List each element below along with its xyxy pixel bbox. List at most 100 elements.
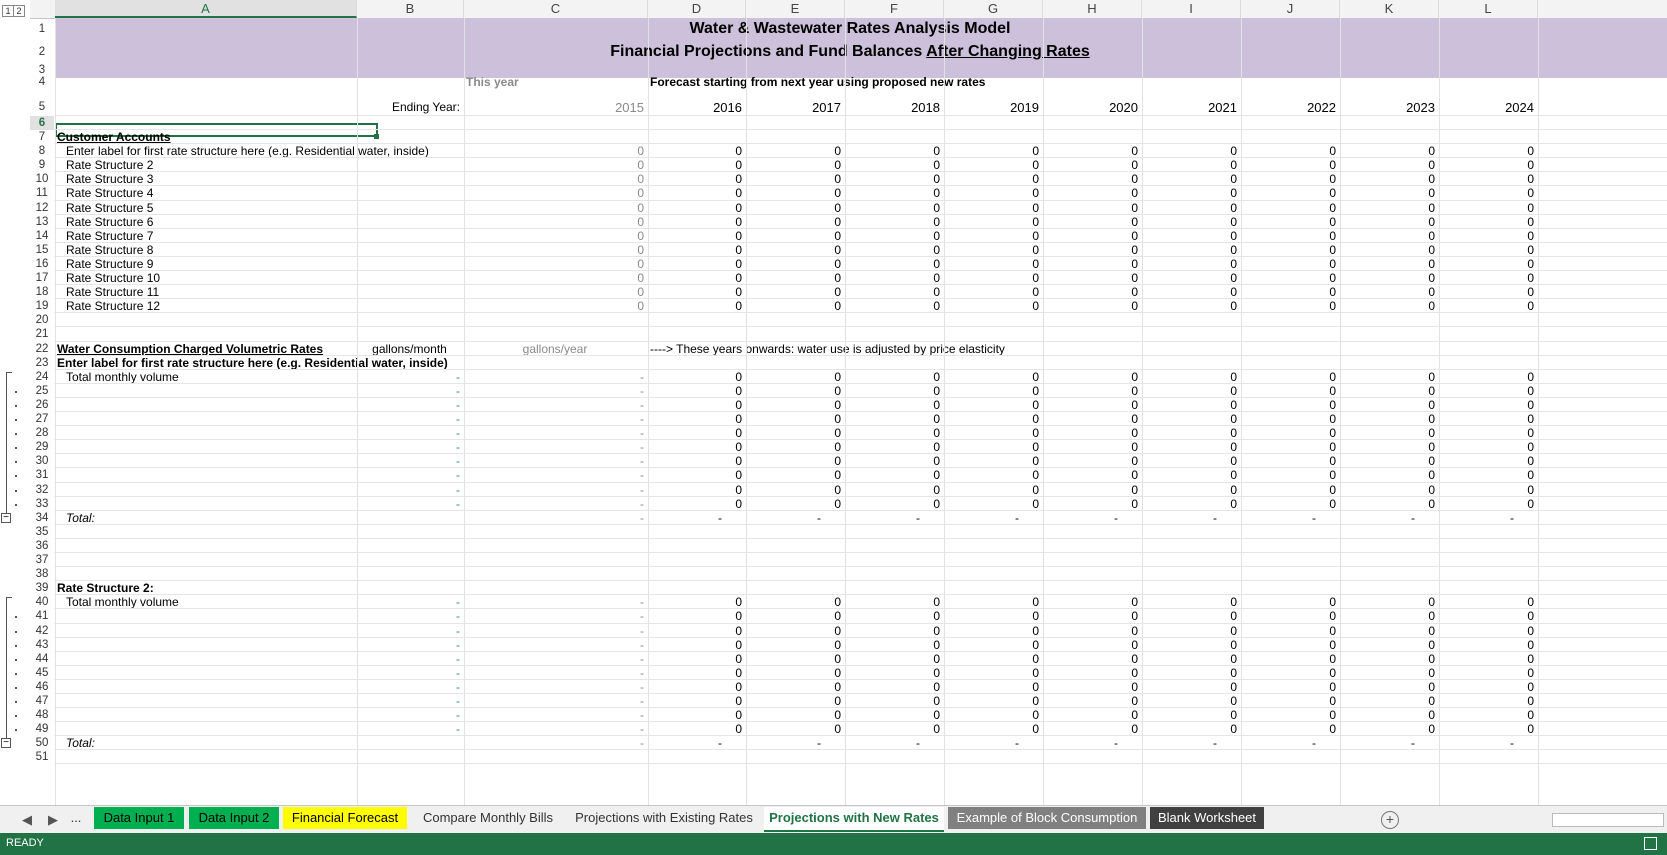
column-header-g[interactable]: G — [944, 0, 1043, 18]
outline-level-2-button[interactable]: 2 — [13, 5, 25, 17]
row-header[interactable]: 25 — [30, 384, 54, 398]
add-sheet-icon[interactable]: + — [1381, 811, 1399, 829]
scroll-tabs-left-icon[interactable]: ◀ — [22, 812, 32, 828]
spreadsheet-grid[interactable]: 1 2 Water & Wastewater Rates Analysis Mo… — [0, 0, 1667, 805]
row-gridline — [54, 354, 1667, 356]
row-header[interactable]: 39 — [30, 581, 54, 595]
row-header[interactable]: 20 — [30, 313, 54, 327]
column-header-c[interactable]: C — [464, 0, 648, 18]
row-header[interactable]: 13 — [30, 215, 54, 229]
row-header[interactable]: 15 — [30, 243, 54, 257]
column-header-l[interactable]: L — [1439, 0, 1538, 18]
column-header-e[interactable]: E — [746, 0, 845, 18]
row-header[interactable]: 31 — [30, 468, 54, 482]
row-header[interactable]: 37 — [30, 553, 54, 567]
row-header[interactable]: 14 — [30, 229, 54, 243]
row-header[interactable]: 28 — [30, 426, 54, 440]
row-header[interactable]: 38 — [30, 567, 54, 581]
column-header-h[interactable]: H — [1043, 0, 1142, 18]
sheet-tab-example-of-block-consumption[interactable]: Example of Block Consumption — [948, 807, 1146, 829]
row-gridline — [54, 129, 1667, 130]
row-header[interactable]: 42 — [30, 624, 54, 638]
row-header[interactable]: 18 — [30, 285, 54, 299]
row-gridline — [54, 157, 1667, 159]
row-header[interactable]: 10 — [30, 172, 54, 186]
row-header[interactable]: 40 — [30, 595, 54, 609]
row-gridline — [54, 707, 1667, 709]
row-gridline — [54, 721, 1667, 723]
row-gridline — [54, 481, 1667, 483]
outline-collapse-button[interactable]: − — [1, 512, 11, 523]
column-header-k[interactable]: K — [1340, 0, 1439, 18]
row-header[interactable]: 22 — [30, 342, 54, 356]
row-gridline — [54, 326, 1667, 328]
row-header[interactable]: 50 — [30, 736, 54, 750]
row-header[interactable]: 12 — [30, 201, 54, 215]
column-header-a[interactable]: A — [55, 0, 357, 18]
column-header-i[interactable]: I — [1142, 0, 1241, 18]
outline-row-dot — [15, 390, 17, 393]
row-header[interactable]: 33 — [30, 497, 54, 511]
sheet-tab-projections-with-new-rates[interactable]: Projections with New Rates — [764, 807, 944, 832]
row-header[interactable]: 19 — [30, 299, 54, 313]
row-header[interactable]: 43 — [30, 638, 54, 652]
row-header[interactable]: 36 — [30, 539, 54, 553]
row-gridline — [54, 255, 1667, 257]
row-header[interactable]: 5 — [30, 100, 54, 114]
row-header[interactable]: 7 — [30, 130, 54, 144]
row-header[interactable]: 16 — [30, 257, 54, 271]
column-header-b[interactable]: B — [357, 0, 464, 18]
outline-collapse-button[interactable]: − — [1, 738, 11, 749]
row-header[interactable]: 51 — [30, 750, 54, 764]
normal-view-icon[interactable] — [1644, 837, 1657, 850]
row-header[interactable]: 44 — [30, 652, 54, 666]
row-header[interactable]: 29 — [30, 440, 54, 454]
sheet-tab-data-input-1[interactable]: Data Input 1 — [94, 807, 184, 829]
this-year-label: This year — [466, 75, 519, 89]
column-header-j[interactable]: J — [1241, 0, 1340, 18]
sheet-tab-blank-worksheet[interactable]: Blank Worksheet — [1150, 807, 1264, 829]
horizontal-scrollbar[interactable] — [1552, 813, 1664, 827]
outline-row-dot — [15, 419, 17, 421]
status-bar: READY — [0, 833, 1667, 855]
row-header[interactable]: 32 — [30, 483, 54, 497]
row-header[interactable]: 27 — [30, 412, 54, 426]
row-header[interactable]: 48 — [30, 708, 54, 722]
row-header[interactable]: 49 — [30, 722, 54, 736]
row-header[interactable]: 24 — [30, 370, 54, 384]
sheet-tab-projections-with-existing-rates[interactable]: Projections with Existing Rates — [569, 807, 759, 829]
row-header[interactable]: 35 — [30, 525, 54, 539]
row-header[interactable]: 21 — [30, 327, 54, 341]
year-2016: 2016 — [713, 100, 742, 115]
row-gridline — [54, 115, 1667, 116]
fill-handle[interactable] — [374, 134, 379, 139]
row-gridline — [54, 368, 1667, 370]
row-header[interactable]: 23 — [30, 356, 54, 370]
row-header[interactable]: 46 — [30, 680, 54, 694]
sheet-tab-more[interactable]: ... — [62, 807, 90, 829]
sheet-tab-compare-monthly-bills[interactable]: Compare Monthly Bills — [412, 807, 564, 829]
row-header[interactable]: 47 — [30, 694, 54, 708]
row-header[interactable]: 8 — [30, 144, 54, 158]
row-header[interactable]: 26 — [30, 398, 54, 412]
column-header-d[interactable]: D — [648, 0, 746, 18]
row-header[interactable]: 30 — [30, 454, 54, 468]
row-header[interactable]: 34 — [30, 511, 54, 525]
row-header[interactable]: 45 — [30, 666, 54, 680]
sheet-tab-financial-forecast[interactable]: Financial Forecast — [283, 807, 407, 829]
row-header[interactable]: 4 — [30, 75, 54, 89]
row-gridline — [54, 227, 1667, 229]
column-header-f[interactable]: F — [845, 0, 944, 18]
sheet-tab-data-input-2[interactable]: Data Input 2 — [189, 807, 279, 829]
row-header[interactable]: 1 — [30, 22, 54, 36]
row-gridline — [54, 439, 1667, 441]
scroll-tabs-right-icon[interactable]: ▶ — [48, 812, 58, 828]
row-header[interactable]: 41 — [30, 609, 54, 623]
row-header[interactable]: 2 — [30, 45, 54, 59]
forecast-label: Forecast starting from next year using p… — [650, 75, 986, 89]
row-header[interactable]: 6 — [30, 116, 54, 130]
row-header[interactable]: 11 — [30, 186, 54, 200]
row-header[interactable]: 9 — [30, 158, 54, 172]
row-header[interactable]: 17 — [30, 271, 54, 285]
row-gridline — [54, 537, 1667, 539]
